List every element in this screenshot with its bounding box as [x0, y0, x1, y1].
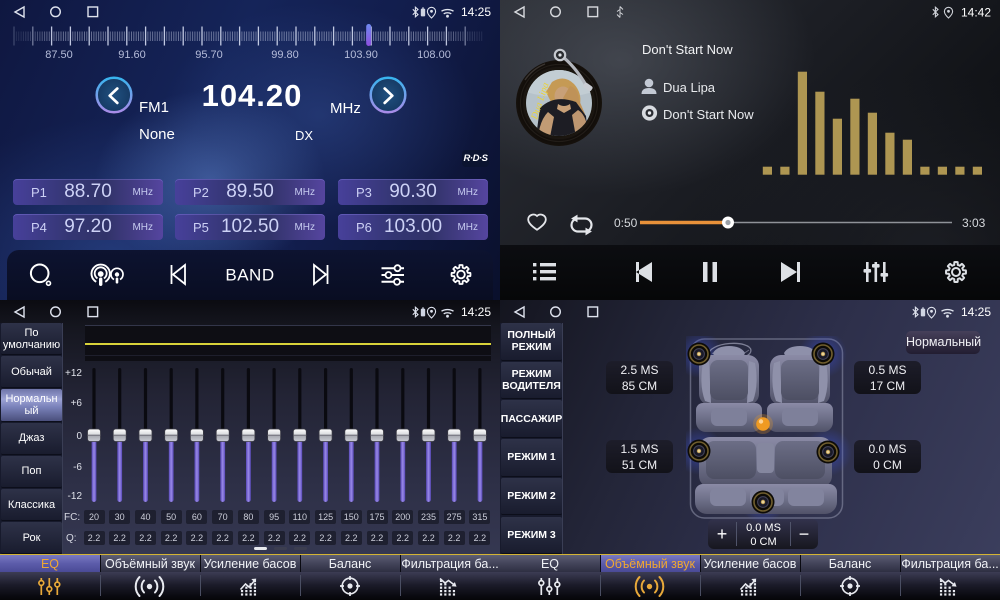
svg-text:87.50: 87.50 — [45, 49, 73, 61]
svg-text:91.60: 91.60 — [118, 49, 146, 61]
svg-text:95.70: 95.70 — [195, 49, 223, 61]
svg-text:103.90: 103.90 — [344, 49, 378, 61]
svg-text:99.80: 99.80 — [271, 49, 299, 61]
svg-text:14:42: 14:42 — [961, 6, 991, 20]
svg-text:108.00: 108.00 — [417, 49, 451, 61]
svg-text:BAND: BAND — [225, 266, 274, 285]
